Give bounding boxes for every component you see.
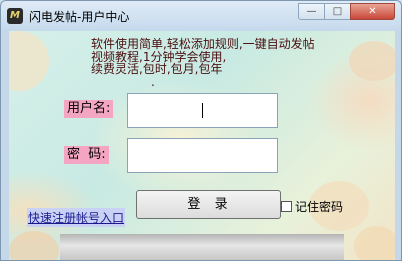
decorative-flower [349, 41, 395, 81]
notice-line: 软件使用简单,轻松添加规则,一键自动发帖 [91, 37, 315, 51]
remember-checkbox[interactable] [281, 201, 292, 212]
decorative-flower [354, 226, 395, 260]
register-link[interactable]: 快速注册帐号入口 [27, 208, 126, 227]
decorative-flower [9, 31, 49, 91]
remember-label: 记住密码 [295, 200, 344, 214]
login-panel: 软件使用简单,轻松添加规则,一键自动发帖 视频教程,1分钟学会使用, 续费灵活,… [9, 31, 395, 260]
login-button[interactable]: 登 录 [136, 190, 281, 219]
text-caret [202, 103, 203, 118]
close-button[interactable]: ✕ [350, 3, 395, 20]
maximize-button[interactable]: □ [324, 3, 351, 20]
password-label: 密 码: [64, 146, 109, 164]
title-bar[interactable]: M 闪电发帖-用户中心 — □ ✕ [1, 1, 401, 31]
window-title: 闪电发帖-用户中心 [29, 10, 130, 24]
app-logo-icon: M [7, 8, 23, 24]
remember-password[interactable]: 记住密码 [281, 198, 343, 215]
password-input[interactable] [127, 138, 278, 173]
status-bar [60, 234, 344, 260]
notice-dot: . [151, 74, 155, 89]
login-window: M 闪电发帖-用户中心 — □ ✕ 软件使用简单,轻松添加规则,一键自动发帖 视… [0, 0, 402, 261]
minimize-button[interactable]: — [298, 3, 325, 20]
promo-notice: 软件使用简单,轻松添加规则,一键自动发帖 视频教程,1分钟学会使用, 续费灵活,… [91, 38, 331, 88]
username-label: 用户名: [64, 100, 114, 118]
decorative-flower [9, 231, 59, 260]
notice-line: 续费灵活,包时,包月,包年 [91, 62, 223, 76]
